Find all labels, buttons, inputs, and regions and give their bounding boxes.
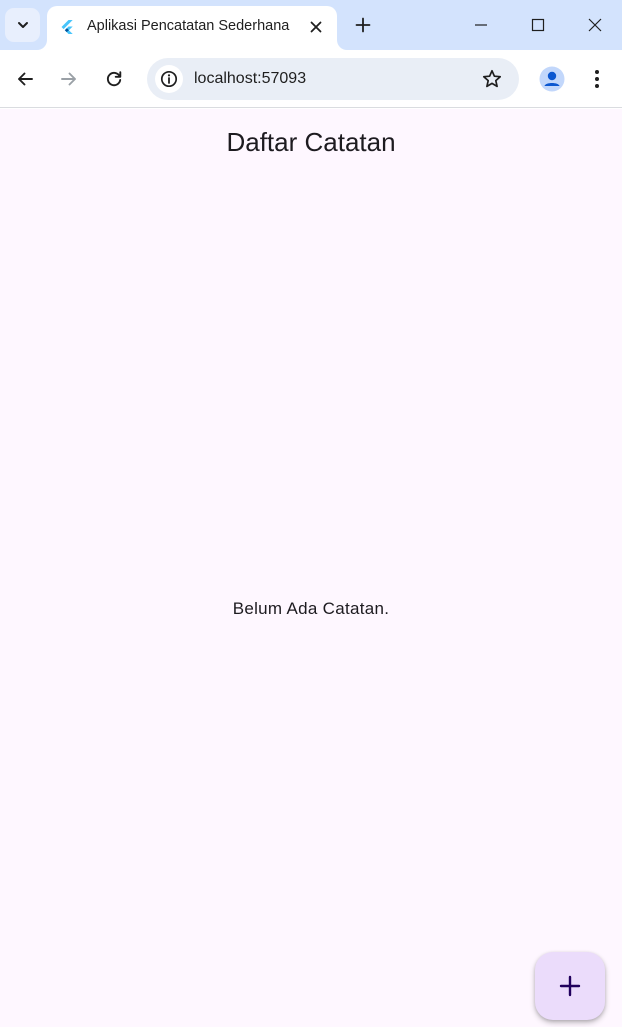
page-viewport: Daftar Catatan Belum Ada Catatan. xyxy=(0,109,622,1027)
url-text[interactable]: localhost:57093 xyxy=(194,70,306,88)
flutter-logo-icon xyxy=(61,20,73,34)
minimize-icon xyxy=(475,24,487,26)
profile-button[interactable] xyxy=(538,65,566,93)
window-close-button[interactable] xyxy=(575,6,615,44)
browser-toolbar: localhost:57093 xyxy=(0,50,622,108)
maximize-icon xyxy=(531,18,545,32)
star-icon xyxy=(482,69,502,88)
tab-title: Aplikasi Pencatatan Sederhana xyxy=(87,18,290,34)
forward-button[interactable] xyxy=(53,63,85,95)
browser-window: Aplikasi Pencatatan Sederhana localhost:… xyxy=(0,0,622,1027)
browser-menu-button[interactable] xyxy=(585,65,609,93)
page-title: Daftar Catatan xyxy=(226,127,396,157)
arrow-right-icon xyxy=(61,72,76,86)
more-vertical-icon xyxy=(595,70,599,88)
tab-search-button[interactable] xyxy=(5,8,40,42)
reload-button[interactable] xyxy=(98,63,130,95)
new-tab-button[interactable] xyxy=(350,12,376,38)
empty-state-message: Belum Ada Catatan. xyxy=(232,599,390,618)
site-info-button[interactable] xyxy=(155,65,183,93)
close-icon xyxy=(310,21,322,33)
tab-close-button[interactable] xyxy=(305,16,327,38)
tab-strip: Aplikasi Pencatatan Sederhana xyxy=(0,0,622,50)
person-icon xyxy=(539,66,565,92)
maximize-button[interactable] xyxy=(518,6,558,44)
back-button[interactable] xyxy=(9,63,41,95)
reload-icon xyxy=(106,71,122,87)
close-icon xyxy=(588,18,602,32)
minimize-button[interactable] xyxy=(461,6,501,44)
arrow-left-icon xyxy=(18,72,33,86)
chevron-down-icon xyxy=(17,22,28,28)
bookmark-button[interactable] xyxy=(481,68,503,90)
info-icon xyxy=(160,70,178,88)
add-note-button[interactable] xyxy=(535,952,605,1020)
plus-icon xyxy=(559,975,581,997)
plus-icon xyxy=(355,17,371,33)
address-bar[interactable]: localhost:57093 xyxy=(147,58,519,100)
browser-tab-active[interactable]: Aplikasi Pencatatan Sederhana xyxy=(47,6,337,50)
